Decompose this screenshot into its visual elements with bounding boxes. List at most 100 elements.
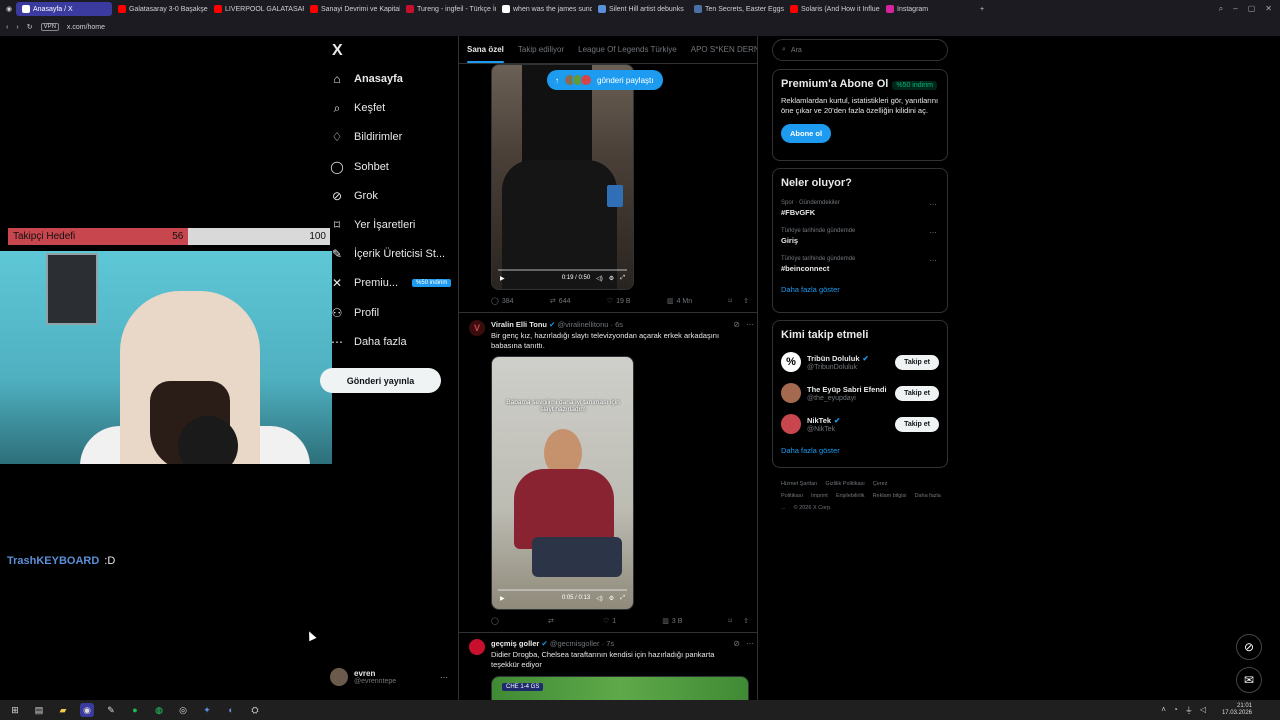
nav-item-bell[interactable]: ♢ Bildirimler: [330, 130, 403, 144]
bookmark-button[interactable]: ⌑ ⇪: [729, 297, 749, 305]
footer-link[interactable]: Erişilebilirlik: [836, 493, 865, 499]
browser-menu-icon[interactable]: ◉: [0, 2, 16, 16]
post[interactable]: V Viralin Elli Tonu ✔ @viralinellitonu ·…: [469, 320, 754, 351]
post-handle[interactable]: @gecmisgoller · 7s: [550, 639, 614, 648]
spotify-icon[interactable]: ●: [128, 703, 142, 717]
browser-tab[interactable]: LIVERPOOL GALATASARAY: [208, 2, 304, 16]
video-progress[interactable]: [498, 589, 627, 591]
video-progress[interactable]: [498, 269, 627, 271]
timeline-tab[interactable]: APO S*KEN DERNEĞİ: [691, 45, 757, 54]
views-button[interactable]: ▥ 4 Mn: [667, 297, 692, 306]
url-text[interactable]: x.com/home: [67, 24, 105, 31]
reply-button[interactable]: ◯ 384: [491, 297, 514, 306]
nav-item-bookmark[interactable]: ⌑ Yer İşaretleri: [330, 218, 415, 232]
who-show-more[interactable]: Daha fazla göster: [781, 446, 939, 455]
steam-icon[interactable]: ⛭: [248, 703, 262, 717]
chevron-up-icon[interactable]: ˄: [1161, 705, 1166, 716]
nav-item-home[interactable]: ⌂ Anasayfa: [330, 72, 403, 86]
nav-item-x-premium[interactable]: ✕ Premiu... %50 indirim: [330, 276, 452, 290]
system-tray[interactable]: ˄ ◔ ⏚ ◁: [1161, 705, 1206, 716]
settings-icon[interactable]: ⚙: [609, 595, 614, 602]
settings-icon[interactable]: ⚙: [609, 275, 614, 282]
follow-button[interactable]: Takip et: [895, 416, 939, 432]
search-icon[interactable]: ⌕: [1219, 4, 1223, 14]
nav-item-grok[interactable]: ⊘ Grok: [330, 189, 378, 203]
browser-tab[interactable]: Tureng - ingfeil - Türkçe İngilizce: [400, 2, 496, 16]
nav-item-more[interactable]: ⋯ Daha fazla: [330, 335, 407, 349]
follow-button[interactable]: Takip et: [895, 354, 939, 370]
trend-item[interactable]: Türkiye tarihinde gündemde #beinconnect ⋯: [781, 256, 939, 273]
grok-icon[interactable]: ⊘: [733, 639, 740, 670]
search-input[interactable]: ⌕ Ara: [772, 39, 948, 61]
footer-link[interactable]: Reklam bilgisi: [873, 493, 907, 499]
messages-icon[interactable]: ✉: [1236, 667, 1262, 693]
play-icon[interactable]: ▶: [500, 275, 505, 282]
more-icon[interactable]: ⋯: [929, 228, 937, 237]
post-handle[interactable]: @viralinellitonu · 6s: [557, 320, 623, 329]
browser-tab[interactable]: Ten Secrets, Easter Eggs: [688, 2, 784, 16]
play-icon[interactable]: ▶: [500, 595, 505, 602]
timeline-tab[interactable]: Takip ediliyor: [518, 45, 564, 54]
follow-button[interactable]: Takip et: [895, 385, 939, 401]
more-icon[interactable]: ⋯: [746, 320, 754, 351]
video-player[interactable]: Babama sevgilimi daha iyi tanıması için …: [491, 356, 634, 610]
x-logo-icon[interactable]: X: [332, 42, 343, 60]
follow-suggestion[interactable]: % Tribün Doluluk ✔ @TribunDoluluk Takip et: [781, 352, 939, 372]
post[interactable]: geçmiş goller ✔ @gecmisgoller · 7s Didie…: [469, 639, 754, 670]
maximize-icon[interactable]: ▢: [1248, 4, 1256, 14]
notes-icon[interactable]: ✎: [104, 703, 118, 717]
like-button[interactable]: ♡ 1: [603, 617, 616, 626]
nav-item-creator-studio[interactable]: ✎ İçerik Üreticisi St...: [330, 247, 445, 261]
subscribe-button[interactable]: Abone ol: [781, 123, 832, 143]
volume-icon[interactable]: ◁): [596, 595, 603, 602]
volume-icon[interactable]: ◁): [596, 275, 603, 282]
nav-item-search[interactable]: ⌕ Keşfet: [330, 101, 386, 115]
reply-button[interactable]: ◯: [491, 617, 502, 625]
video-player[interactable]: CHE 1-4 GS: [491, 676, 749, 700]
post-author[interactable]: geçmiş goller: [491, 639, 539, 648]
share-icon[interactable]: ⇪: [743, 297, 749, 305]
more-icon[interactable]: ⋯: [929, 200, 937, 209]
new-tab-icon[interactable]: +: [980, 6, 984, 13]
minimize-icon[interactable]: –: [1233, 4, 1237, 14]
whatsapp-icon[interactable]: ◍: [152, 703, 166, 717]
trend-item[interactable]: Spor · Gündemdekiler #FBvGFK ⋯: [781, 200, 939, 217]
grok-icon[interactable]: ⊘: [733, 320, 740, 351]
browser-tab[interactable]: Anasayfa / X: [16, 2, 112, 16]
nav-item-chat[interactable]: ◯ Sohbet: [330, 160, 389, 174]
vpn-badge[interactable]: VPN: [40, 23, 59, 31]
like-button[interactable]: ♡ 19 B: [607, 297, 631, 306]
grok-icon[interactable]: ⊘: [1236, 634, 1262, 660]
trend-item[interactable]: Türkiye tarihinde gündemde Giriş ⋯: [781, 228, 939, 245]
footer-link[interactable]: Gizlilik Politikası: [825, 481, 864, 487]
fullscreen-icon[interactable]: ⤢: [620, 595, 625, 602]
speaker-icon[interactable]: ◁: [1200, 705, 1206, 716]
browser-tab[interactable]: Galatasaray 3-0 Başakşehir: [112, 2, 208, 16]
browser-tab[interactable]: Instagram: [880, 2, 976, 16]
fullscreen-icon[interactable]: ⤢: [620, 275, 625, 282]
more-icon[interactable]: ⋯: [440, 673, 448, 682]
browser-tab[interactable]: Sanayi Devrimi ve Kapitalizm: [304, 2, 400, 16]
address-bar[interactable]: ‹ › ↻ VPN x.com/home: [0, 18, 1280, 36]
follow-suggestion[interactable]: NikTek ✔ @NikTek Takip et: [781, 414, 939, 434]
obs-icon[interactable]: ◎: [176, 703, 190, 717]
clock[interactable]: 21:01 17.03.2026: [1222, 703, 1280, 717]
follow-suggestion[interactable]: The Eyüp Sabri Efendi @the_eyupdayi Takip …: [781, 383, 939, 403]
footer-link[interactable]: © 2026 X Corp.: [794, 505, 832, 511]
post-button[interactable]: Gönderi yayınla: [320, 368, 441, 393]
bookmark-button[interactable]: ⌑ ⇪: [728, 617, 748, 625]
new-posts-pill[interactable]: ↑ gönderi paylaştı: [547, 70, 664, 90]
forward-icon[interactable]: ›: [16, 24, 18, 31]
task-view-icon[interactable]: ▤: [32, 703, 46, 717]
share-icon[interactable]: ⇪: [743, 617, 749, 625]
account-switcher[interactable]: evren @evrenntepe ⋯: [330, 668, 448, 686]
post-author[interactable]: Viralin Elli Tonu: [491, 320, 547, 329]
timeline-tab[interactable]: League Of Legends Türkiye: [578, 45, 677, 54]
file-explorer-icon[interactable]: ▰: [56, 703, 70, 717]
network-app-icon[interactable]: ✦: [200, 703, 214, 717]
browser-tab[interactable]: when was the james sunderland: [496, 2, 592, 16]
reload-icon[interactable]: ↻: [27, 23, 33, 31]
close-icon[interactable]: ✕: [1265, 4, 1272, 14]
more-icon[interactable]: ⋯: [746, 639, 754, 670]
repost-button[interactable]: ⇄: [548, 617, 557, 625]
